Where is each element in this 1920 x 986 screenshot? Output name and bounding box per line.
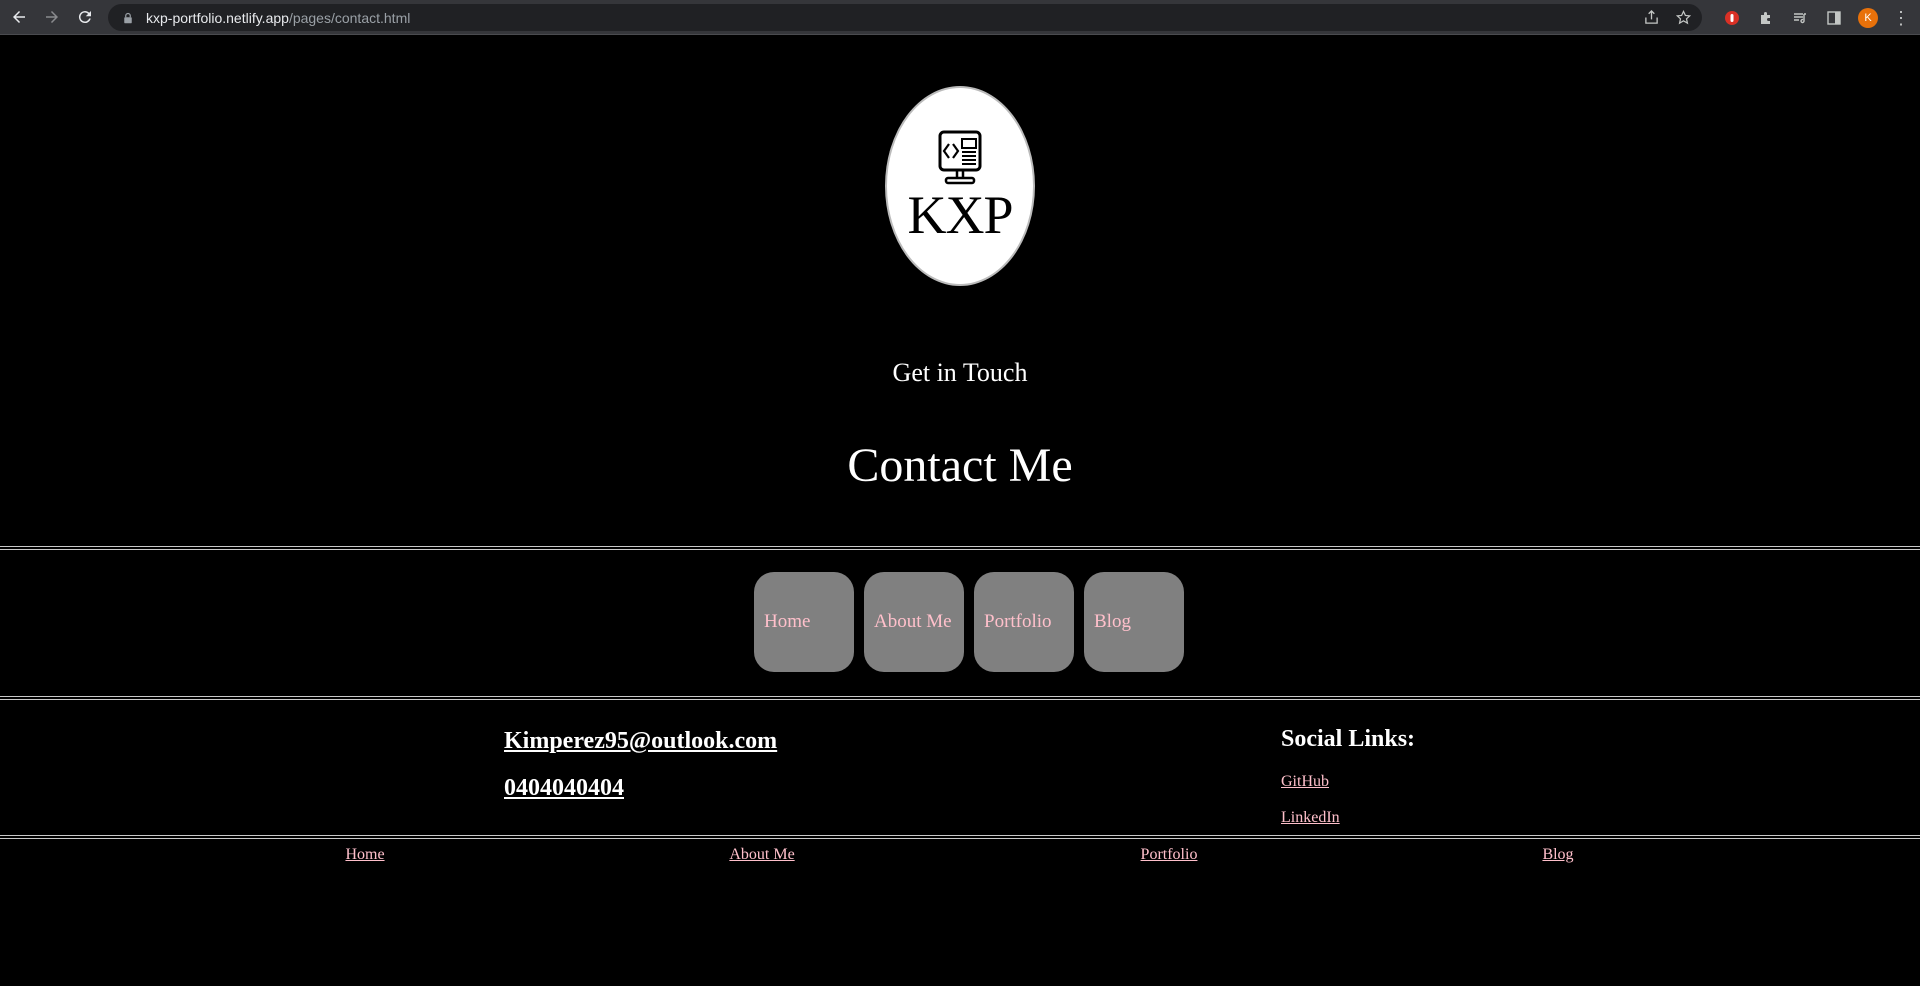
footer-about-link[interactable]: About Me <box>729 846 794 864</box>
star-icon[interactable] <box>1674 9 1692 27</box>
computer-code-icon <box>938 130 982 185</box>
nav-portfolio-button[interactable]: Portfolio <box>974 572 1074 672</box>
github-link[interactable]: GitHub <box>1281 773 1329 791</box>
address-bar[interactable]: kxp-portfolio.netlify.app/pages/contact.… <box>108 4 1702 31</box>
nav-about-button[interactable]: About Me <box>864 572 964 672</box>
puzzle-icon[interactable] <box>1756 8 1776 28</box>
page-title: Contact Me <box>847 439 1073 492</box>
logo-text: KXP <box>907 185 1013 245</box>
reload-icon[interactable] <box>71 3 99 31</box>
email-link[interactable]: Kimperez95@outlook.com <box>504 728 777 755</box>
page-tagline: Get in Touch <box>892 358 1028 387</box>
back-icon[interactable] <box>5 3 33 31</box>
divider <box>0 696 1920 700</box>
media-icon[interactable] <box>1790 8 1810 28</box>
divider <box>0 546 1920 550</box>
extension-red-icon[interactable] <box>1722 8 1742 28</box>
browser-toolbar: kxp-portfolio.netlify.app/pages/contact.… <box>0 0 1920 35</box>
logo: KXP <box>885 86 1035 286</box>
sidebar-icon[interactable] <box>1824 8 1844 28</box>
profile-avatar[interactable]: K <box>1858 7 1878 28</box>
main-nav: Home About Me Portfolio Blog <box>754 572 1184 672</box>
url-host: kxp-portfolio.netlify.app <box>146 9 289 26</box>
nav-blog-button[interactable]: Blog <box>1084 572 1184 672</box>
phone-link[interactable]: 0404040404 <box>504 775 624 802</box>
footer-portfolio-link[interactable]: Portfolio <box>1141 846 1198 864</box>
page: KXP Get in Touch Contact Me Home About M… <box>0 36 1920 986</box>
divider <box>0 835 1920 839</box>
menu-icon[interactable]: ⋮ <box>1892 9 1910 27</box>
forward-icon[interactable] <box>38 3 66 31</box>
url-path: /pages/contact.html <box>288 9 411 26</box>
footer-home-link[interactable]: Home <box>345 846 384 864</box>
share-icon[interactable] <box>1642 9 1660 27</box>
linkedin-link[interactable]: LinkedIn <box>1281 809 1340 827</box>
nav-home-button[interactable]: Home <box>754 572 854 672</box>
social-links-heading: Social Links: <box>1281 726 1416 752</box>
footer-blog-link[interactable]: Blog <box>1542 846 1573 864</box>
lock-icon <box>122 11 136 25</box>
